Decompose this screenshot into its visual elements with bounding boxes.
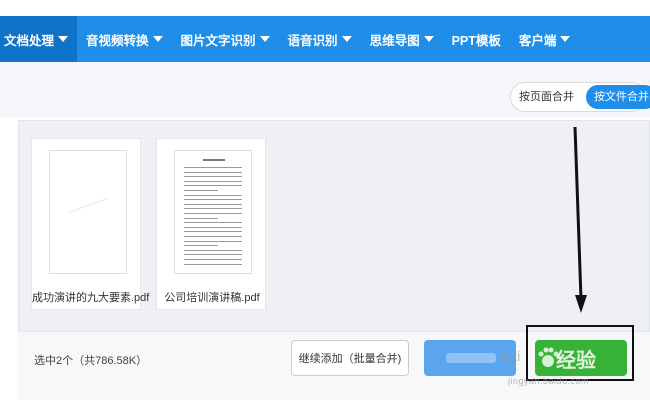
caret-down-icon — [423, 36, 434, 42]
caret-down-icon — [152, 36, 163, 42]
doc-text-line — [184, 217, 218, 219]
doc-text-line — [184, 171, 242, 173]
doc-text-line — [184, 249, 242, 251]
doc-text-line — [184, 236, 242, 237]
doc-text-line — [184, 194, 242, 196]
nav-item-doc-processing[interactable]: 文档处理 — [0, 16, 78, 62]
baidu-jingyan-watermark: Bai 经验 jingyan.baidu.com — [500, 340, 650, 395]
add-more-button[interactable]: 继续添加（批量合并) — [291, 340, 409, 376]
nav-item-label: 语音识别 — [287, 33, 338, 48]
doc-text-line — [184, 185, 242, 187]
doc-text-line — [184, 259, 242, 260]
doc-text-line — [184, 176, 242, 178]
caret-down-icon — [560, 36, 571, 42]
doc-text-line — [184, 167, 242, 168]
doc-text-line — [184, 226, 242, 228]
caret-down-icon — [259, 36, 270, 42]
blurred-label — [446, 353, 496, 363]
caret-down-icon — [58, 36, 69, 42]
selection-count: 选中2个（共786.58K） — [34, 355, 148, 367]
merge-mode-toggle: 按页面合并 按文件合并 — [510, 82, 650, 112]
doc-text-line — [184, 190, 218, 191]
nav-item-av-convert[interactable]: 音视频转换 — [77, 16, 172, 62]
nav-item-label: 音视频转换 — [86, 33, 149, 48]
file-name: 成功演讲的九大要素.pdf — [32, 292, 150, 304]
caret-down-icon — [341, 36, 352, 42]
nav-item-label: 思维导图 — [369, 33, 420, 48]
doc-text-line — [184, 245, 218, 247]
doc-text-line — [184, 240, 242, 242]
nav-item-client[interactable]: 客户端 — [510, 16, 580, 62]
doc-text-line — [184, 213, 242, 214]
watermark-brand: Bai — [500, 348, 521, 364]
doc-text-line — [184, 199, 242, 201]
doc-text-line — [184, 222, 242, 224]
file-card[interactable]: 成功演讲的九大要素.pdf — [31, 138, 150, 310]
watermark-url: jingyan.baidu.com — [508, 376, 590, 386]
file-name: 公司培训演讲稿.pdf — [164, 292, 260, 304]
nav-item-label: 图片文字识别 — [180, 33, 256, 48]
doc-text-line — [184, 208, 242, 210]
main-nav: 文档处理 音视频转换 图片文字识别 语音识别 思维导图 PPT模板 客户端 — [0, 16, 650, 62]
nav-item-ocr[interactable]: 图片文字识别 — [172, 16, 279, 62]
doc-text-line — [184, 254, 242, 256]
watermark-main: 经验 — [556, 350, 596, 372]
doc-text-line — [184, 231, 242, 233]
annotation-arrow-icon — [573, 127, 587, 313]
merge-by-file-button[interactable]: 按文件合并 — [586, 85, 650, 109]
blank-page-thumbnail — [49, 150, 127, 274]
top-strip — [0, 0, 650, 16]
nav-item-speech[interactable]: 语音识别 — [279, 16, 361, 62]
doc-text-line — [184, 180, 242, 182]
nav-item-label: PPT模板 — [451, 33, 501, 48]
doc-text-line — [184, 263, 242, 265]
text-page-thumbnail — [174, 150, 252, 274]
nav-item-ppt[interactable]: PPT模板 — [443, 16, 510, 62]
nav-item-label: 文档处理 — [4, 33, 55, 48]
merge-by-page-button[interactable]: 按页面合并 — [511, 85, 582, 109]
doc-text-line — [184, 203, 242, 205]
nav-item-label: 客户端 — [518, 33, 557, 48]
file-card[interactable]: 公司培训演讲稿.pdf — [156, 138, 266, 310]
nav-item-mindmap[interactable]: 思维导图 — [361, 16, 443, 62]
